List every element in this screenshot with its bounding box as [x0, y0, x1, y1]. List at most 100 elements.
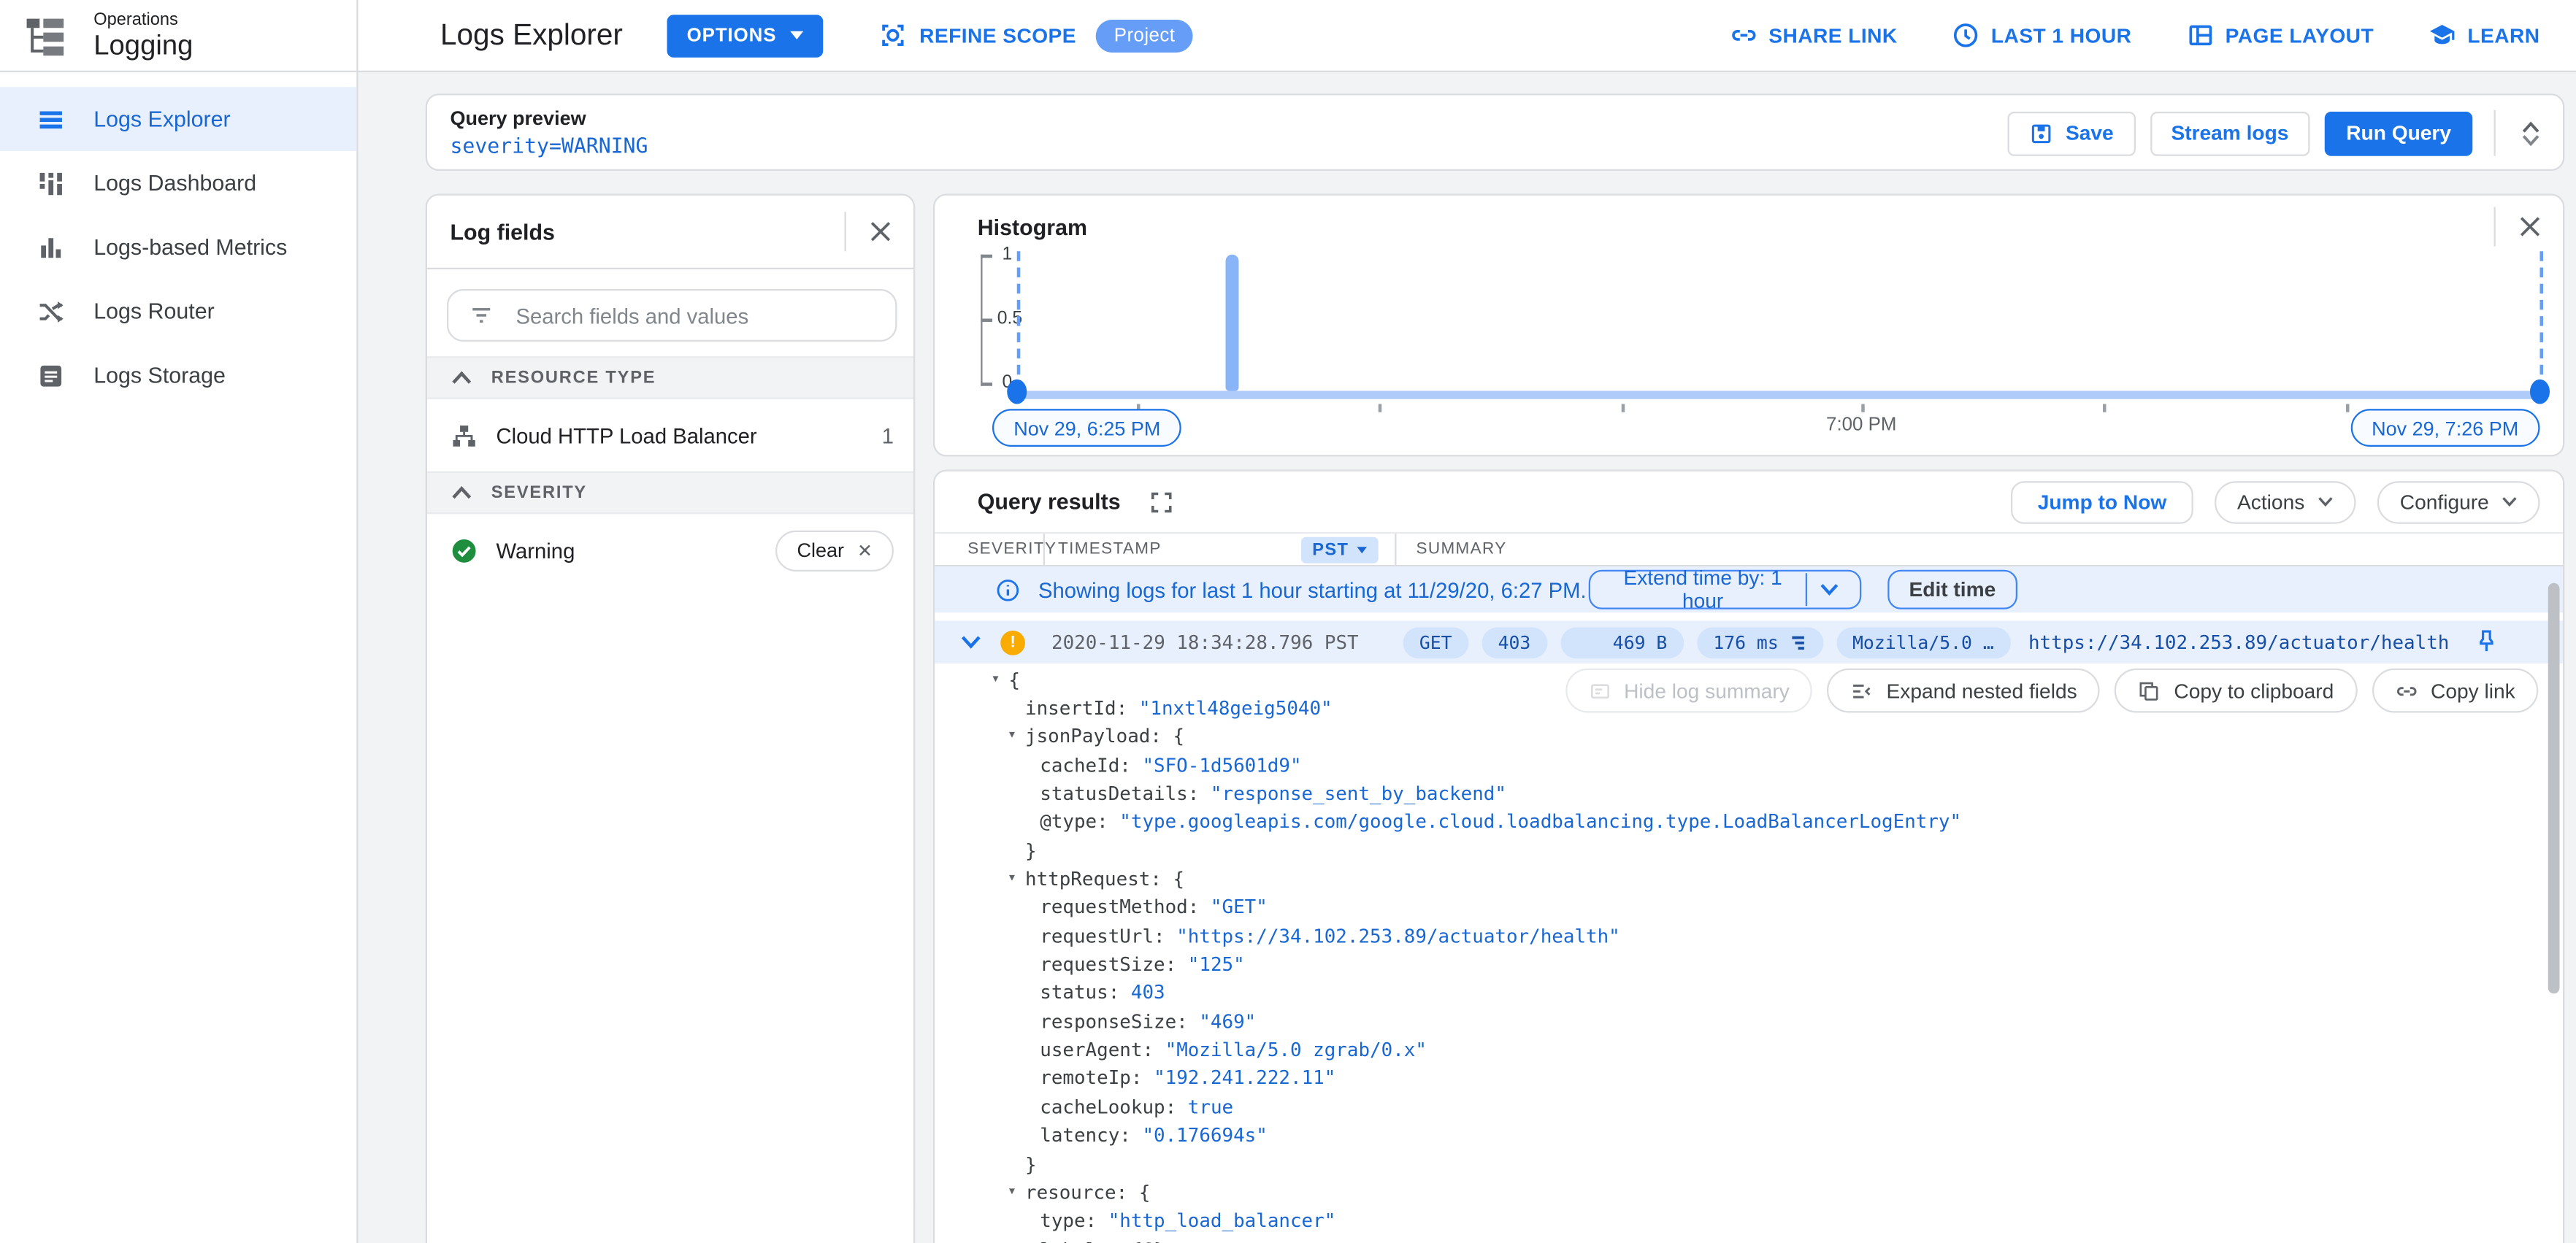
sidebar: Operations Logging Logs Explorer Logs Da… [0, 0, 359, 1243]
entry-action-buttons: Hide log summary Expand nested fields Co… [1565, 669, 2538, 713]
sidebar-item-logs-based-metrics[interactable]: Logs-based Metrics [0, 215, 356, 280]
range-end-handle[interactable] [2530, 380, 2550, 404]
range-start-pill[interactable]: Nov 29, 6:25 PM [992, 409, 1182, 447]
close-histogram-button[interactable] [2510, 207, 2550, 247]
json-line: requestSize: "125" [935, 950, 2563, 978]
json-line[interactable]: ▸labels: {6} [935, 1235, 2563, 1243]
link-icon [2395, 679, 2418, 702]
resource-row-cloud-http-load-balancer[interactable]: Cloud HTTP Load Balancer 1 [427, 399, 913, 472]
json-line: status: 403 [935, 979, 2563, 1007]
warning-severity-icon: ! [1000, 630, 1025, 655]
clock-icon [1952, 21, 1979, 49]
extend-time-button[interactable]: Extend time by: 1 hour [1589, 570, 1862, 609]
collapse-node-icon[interactable]: ▾ [1003, 728, 1022, 744]
collapse-node-icon[interactable]: ▾ [986, 671, 1005, 688]
range-start-handle[interactable] [1007, 380, 1027, 404]
learn-icon [2428, 21, 2456, 49]
json-key: remoteIp: [1040, 1066, 1154, 1090]
expand-nested-icon [1850, 679, 1874, 702]
query-results-title: Query results [978, 490, 1121, 515]
sidebar-item-label: Logs Router [93, 299, 214, 324]
log-fields-search[interactable] [447, 289, 897, 342]
severity-section[interactable]: SEVERITY [427, 472, 913, 515]
configure-dropdown[interactable]: Configure [2377, 480, 2539, 523]
chevron-down-icon [2502, 494, 2517, 509]
refine-scope-button[interactable]: REFINE SCOPE Project [878, 19, 1193, 52]
timeline-track[interactable] [1017, 391, 2542, 399]
caret-down-icon [789, 31, 802, 39]
json-line[interactable]: ▾resource: { [935, 1178, 2563, 1207]
chevron-down-icon[interactable] [1807, 583, 1850, 596]
query-text[interactable]: severity=WARNING [451, 133, 648, 158]
json-value: "192.241.222.11" [1154, 1066, 1335, 1090]
severity-row-warning[interactable]: Warning Clear ✕ [427, 514, 913, 586]
pin-entry-button[interactable] [2472, 628, 2500, 655]
share-link-button[interactable]: SHARE LINK [1729, 21, 1897, 49]
run-query-button[interactable]: Run Query [2325, 111, 2472, 155]
collapse-entry-icon[interactable] [961, 632, 981, 652]
scope-project-badge[interactable]: Project [1096, 19, 1193, 52]
search-input[interactable] [513, 301, 875, 329]
expand-node-icon[interactable]: ▸ [1017, 1241, 1037, 1243]
fullscreen-icon [1149, 488, 1175, 515]
check-circle-icon [451, 536, 478, 564]
chevron-down-icon [2318, 494, 2332, 509]
copy-link-button[interactable]: Copy link [2372, 669, 2538, 713]
info-icon [996, 577, 1021, 602]
stream-logs-button[interactable]: Stream logs [2150, 111, 2310, 155]
sidebar-item-logs-storage[interactable]: Logs Storage [0, 343, 356, 407]
logs-router-icon [37, 296, 66, 326]
expand-nested-fields-button[interactable]: Expand nested fields [1828, 669, 2101, 713]
json-value: "SFO-1d5601d9" [1142, 753, 1301, 777]
collapse-query-panel-button[interactable] [2515, 120, 2547, 145]
sidebar-item-logs-router[interactable]: Logs Router [0, 280, 356, 344]
entry-url: https://34.102.253.89/actuator/health [2028, 631, 2449, 654]
json-line[interactable]: ▾httpRequest: { [935, 864, 2563, 893]
json-value: } [1025, 839, 1037, 862]
learn-button[interactable]: LEARN [2428, 21, 2539, 49]
sidebar-item-logs-dashboard[interactable]: Logs Dashboard [0, 151, 356, 215]
link-icon [1729, 21, 1757, 49]
log-entry-row[interactable]: ! 2020-11-29 18:34:28.796 PST GET403469 … [935, 621, 2563, 664]
time-range-button[interactable]: LAST 1 HOUR [1952, 21, 2131, 49]
close-log-fields-button[interactable] [861, 212, 900, 251]
copy-to-clipboard-button[interactable]: Copy to clipboard [2115, 669, 2356, 713]
json-line: type: "http_load_balancer" [935, 1207, 2563, 1235]
json-line[interactable]: ▾jsonPayload: { [935, 722, 2563, 750]
y-tick-label: 1 [1003, 245, 1013, 264]
summary-chip[interactable]: 469 B [1560, 626, 1684, 658]
sidebar-item-logs-explorer[interactable]: Logs Explorer [0, 87, 356, 151]
timezone-dropdown[interactable]: PST [1300, 536, 1378, 563]
summary-chips: GET 403 469 B 176 ms Mozilla/5.0 … [1403, 626, 2010, 658]
json-tree: ▾{insertId: "1nxtl48geig5040"▾jsonPayloa… [935, 665, 2563, 1243]
info-message: Showing logs for last 1 hour starting at… [1038, 577, 1587, 602]
log-fields-header: Log fields [427, 196, 913, 269]
edit-time-button[interactable]: Edit time [1887, 570, 2017, 609]
collapse-node-icon[interactable]: ▾ [1003, 870, 1022, 887]
range-end-pill[interactable]: Nov 29, 7:26 PM [2350, 409, 2540, 447]
histogram-bar[interactable] [1226, 255, 1239, 391]
save-button[interactable]: Save [2008, 111, 2135, 155]
options-button[interactable]: OPTIONS [667, 14, 823, 57]
summary-chip[interactable]: Mozilla/5.0 … [1836, 626, 2011, 658]
logs-based-metrics-icon [37, 232, 66, 262]
sidebar-item-label: Logs-based Metrics [93, 235, 287, 260]
jump-to-now-button[interactable]: Jump to Now [2012, 480, 2193, 523]
summary-chip[interactable]: GET [1403, 626, 1468, 658]
summary-chip[interactable]: 176 ms [1697, 626, 1823, 658]
actions-dropdown[interactable]: Actions [2215, 480, 2356, 523]
summary-chip[interactable]: 403 [1481, 626, 1547, 658]
resource-type-section[interactable]: RESOURCE TYPE [427, 356, 913, 399]
hide-log-summary-button[interactable]: Hide log summary [1565, 669, 1812, 713]
chevron-down-icon [2522, 134, 2540, 145]
collapse-node-icon[interactable]: ▾ [1003, 1183, 1022, 1200]
results-scrollbar[interactable] [2548, 583, 2560, 994]
close-icon [866, 217, 896, 247]
page-layout-button[interactable]: PAGE LAYOUT [2186, 21, 2374, 49]
query-preview-panel: Query preview severity=WARNING Save Stre… [426, 93, 2565, 171]
results-info-banner: Showing logs for last 1 hour starting at… [935, 566, 2563, 612]
pin-icon [2472, 628, 2500, 655]
fullscreen-button[interactable] [1145, 485, 1178, 518]
json-line: responseSize: "469" [935, 1007, 2563, 1036]
clear-severity-filter-button[interactable]: Clear ✕ [775, 530, 894, 571]
